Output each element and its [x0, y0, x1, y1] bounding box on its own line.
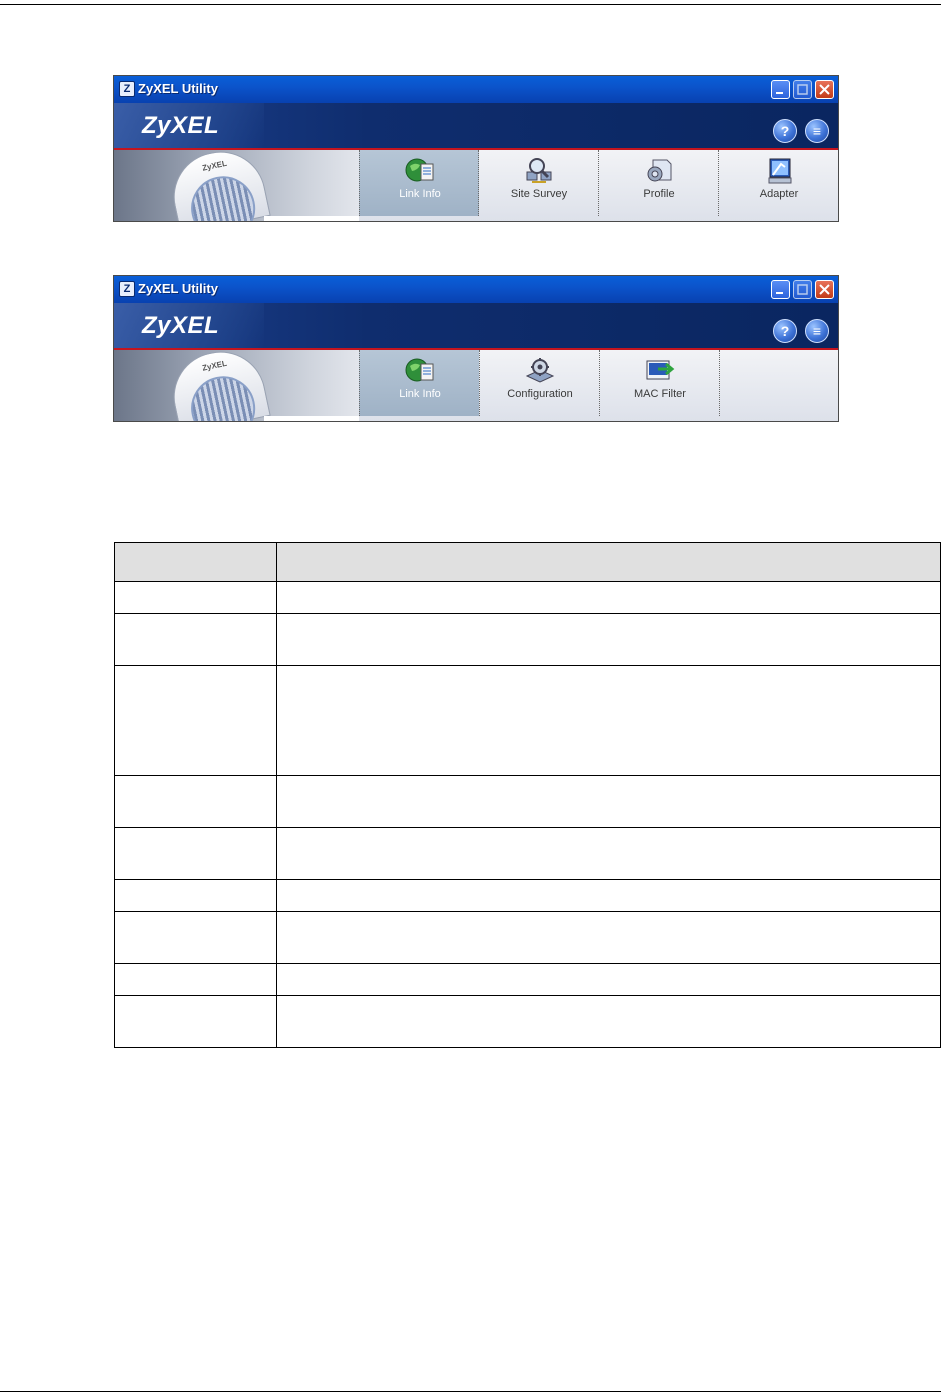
table-cell-label — [114, 775, 277, 828]
table-cell-description — [276, 911, 941, 964]
device-illustration: ZyXEL — [114, 343, 359, 421]
table-row — [114, 995, 941, 1048]
nav-label: Adapter — [759, 188, 799, 200]
nav-label: Site Survey — [510, 188, 568, 200]
page-top-rule — [0, 4, 941, 5]
table-row — [114, 827, 941, 880]
close-button[interactable] — [815, 80, 834, 99]
table-cell-description — [276, 775, 941, 828]
maximize-button[interactable] — [793, 280, 812, 299]
profile-icon — [647, 159, 672, 182]
nav-label: Link Info — [399, 188, 441, 200]
brand-bar: ZyXEL — [114, 103, 838, 148]
table-header-row — [114, 542, 941, 582]
zyxel-app-icon: Z — [119, 281, 135, 297]
table-row — [114, 665, 941, 776]
table-cell-label — [114, 879, 277, 912]
minimize-button[interactable] — [771, 80, 790, 99]
title-bar[interactable]: Z ZyXEL Utility — [114, 276, 838, 303]
table-cell-label — [114, 911, 277, 964]
table-header-cell — [114, 542, 277, 582]
about-icon[interactable]: ≡ — [805, 319, 829, 343]
device-badge: ZyXEL — [201, 158, 228, 173]
minimize-icon — [776, 92, 783, 94]
device-ring — [185, 370, 262, 421]
table-cell-description — [276, 827, 941, 880]
link-info-icon — [405, 358, 434, 382]
table-row — [114, 963, 941, 996]
nav-label: Link Info — [399, 388, 441, 400]
nav-mac-filter[interactable]: MAC Filter — [599, 350, 719, 416]
zyxel-logo: ZyXEL — [142, 312, 220, 339]
table-cell-description — [276, 665, 941, 776]
table-cell-label — [114, 665, 277, 776]
table-cell-label — [114, 963, 277, 996]
nav-profile[interactable]: Profile — [598, 150, 718, 216]
nav-link-info[interactable]: Link Info — [359, 350, 479, 416]
table-header-cell — [276, 542, 941, 582]
nav-link-info[interactable]: Link Info — [359, 150, 479, 216]
device-illustration: ZyXEL — [114, 143, 359, 221]
configuration-icon — [525, 358, 555, 383]
nav-site-survey[interactable]: Site Survey — [478, 150, 598, 216]
help-icon[interactable]: ? — [773, 119, 797, 143]
close-icon — [819, 84, 830, 95]
adapter-device-image: ZyXEL — [165, 343, 271, 421]
window-title: ZyXEL Utility — [138, 81, 218, 96]
zyxel-logo: ZyXEL — [142, 112, 220, 139]
table-cell-label — [114, 613, 277, 666]
maximize-icon — [797, 284, 808, 295]
table-row — [114, 775, 941, 828]
minimize-icon — [776, 292, 783, 294]
site-survey-icon — [526, 158, 552, 183]
status-strip — [264, 416, 359, 421]
minimize-button[interactable] — [771, 280, 790, 299]
table-row — [114, 613, 941, 666]
nav-adapter[interactable]: Adapter — [718, 150, 838, 216]
maximize-button[interactable] — [793, 80, 812, 99]
help-icon[interactable]: ? — [773, 319, 797, 343]
utility-window-ap: Z ZyXEL Utility ZyXEL ? ≡ ZyXEL Link Inf… — [113, 275, 839, 422]
table-cell-description — [276, 581, 941, 614]
table-row — [114, 581, 941, 614]
table-cell-label — [114, 827, 277, 880]
nav-label: MAC Filter — [634, 388, 686, 400]
nav-configuration[interactable]: Configuration — [479, 350, 599, 416]
link-info-icon — [405, 158, 434, 182]
table-cell-description — [276, 879, 941, 912]
nav-label: Profile — [643, 188, 675, 200]
nav-bar: ZyXEL Link Info Site Survey Profile Adap… — [114, 143, 838, 221]
nav-label: Configuration — [507, 388, 573, 400]
close-icon — [819, 284, 830, 295]
page-bottom-rule — [0, 1391, 941, 1392]
window-title: ZyXEL Utility — [138, 281, 218, 296]
table-cell-description — [276, 995, 941, 1048]
table-cell-label — [114, 581, 277, 614]
status-strip — [264, 216, 359, 221]
table-row — [114, 879, 941, 912]
zyxel-app-icon: Z — [119, 81, 135, 97]
utility-window-station: Z ZyXEL Utility ZyXEL ? ≡ ZyXEL Link Inf… — [113, 75, 839, 222]
maximize-icon — [797, 84, 808, 95]
adapter-icon — [768, 158, 792, 184]
description-table — [114, 542, 941, 1048]
device-ring — [185, 170, 262, 221]
nav-bar: ZyXEL Link Info Configuration MAC Filter — [114, 343, 838, 421]
device-badge: ZyXEL — [201, 358, 228, 373]
table-cell-description — [276, 613, 941, 666]
close-button[interactable] — [815, 280, 834, 299]
brand-bar: ZyXEL — [114, 303, 838, 348]
table-cell-label — [114, 995, 277, 1048]
about-icon[interactable]: ≡ — [805, 119, 829, 143]
nav-empty-slot — [719, 350, 838, 416]
table-cell-description — [276, 963, 941, 996]
table-row — [114, 911, 941, 964]
adapter-device-image: ZyXEL — [165, 143, 271, 221]
title-bar[interactable]: Z ZyXEL Utility — [114, 76, 838, 103]
mac-filter-icon — [646, 360, 675, 380]
